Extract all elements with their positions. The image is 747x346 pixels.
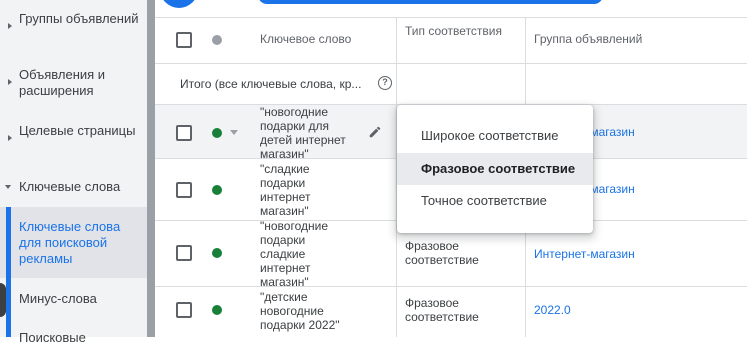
divider	[155, 63, 747, 64]
divider	[155, 17, 747, 18]
match-type-cell[interactable]: Фразовое соответствие	[405, 296, 505, 324]
status-dot-icon[interactable]	[212, 248, 222, 258]
sidebar-scrollbar[interactable]	[147, 0, 155, 337]
total-row-label: Итого (все ключевые слова, кр...	[180, 77, 362, 91]
help-icon[interactable]: ?	[378, 76, 392, 90]
row-checkbox[interactable]	[176, 125, 192, 141]
chevron-right-icon	[8, 135, 12, 141]
sidebar-item-label: Ключевые слова	[19, 179, 121, 194]
sidebar-item-search-terms[interactable]: Поисковые	[0, 330, 147, 346]
sidebar-item-label: Минус-слова	[19, 291, 97, 306]
chevron-right-icon	[8, 79, 12, 85]
sidebar-item-label: Целевые страницы	[19, 123, 136, 138]
sidebar-item-landing-pages[interactable]: Целевые страницы	[0, 123, 147, 155]
status-header-icon	[212, 35, 222, 45]
column-header-match-type[interactable]: Тип соответствия	[405, 24, 515, 39]
status-dot-icon[interactable]	[212, 185, 222, 195]
sidebar: Группы объявлений Объявления и расширени…	[0, 0, 147, 345]
sidebar-item-label: Ключевые слова для поисковой рекламы	[19, 219, 121, 266]
sidebar-item-keywords[interactable]: Ключевые слова	[0, 179, 147, 195]
ad-group-link[interactable]: 2022.0	[534, 303, 571, 317]
collapse-handle[interactable]	[0, 283, 6, 317]
ad-group-link[interactable]: Интернет-магазин	[534, 247, 635, 261]
sidebar-item-search-keywords[interactable]: Ключевые слова для поисковой рекламы	[0, 219, 147, 267]
menu-item-phrase-match[interactable]: Фразовое соответствие	[397, 153, 593, 185]
match-type-cell[interactable]: Фразовое соответствие	[405, 239, 505, 267]
column-header-ad-group[interactable]: Группа объявлений	[534, 32, 642, 47]
menu-item-broad-match[interactable]: Широкое соответствие	[397, 120, 593, 152]
match-type-dropdown: Широкое соответствие Фразовое соответств…	[397, 105, 593, 233]
select-all-checkbox[interactable]	[176, 32, 192, 48]
chevron-right-icon	[8, 23, 12, 29]
keyword-cell: "новогодние подарки для детей интернет м…	[260, 105, 346, 161]
sidebar-item-label: Объявления и расширения	[19, 67, 106, 98]
top-action-bar[interactable]	[258, 0, 603, 4]
column-header-keyword[interactable]: Ключевое слово	[260, 32, 351, 47]
sidebar-item-label: Поисковые	[19, 330, 86, 345]
chevron-down-icon[interactable]	[230, 130, 238, 135]
row-checkbox[interactable]	[176, 302, 192, 318]
add-button[interactable]	[160, 0, 198, 8]
keyword-cell: "новогодние подарки сладкие интернет маг…	[260, 219, 329, 289]
menu-item-exact-match[interactable]: Точное соответствие	[397, 185, 593, 217]
keyword-cell: "сладкие подарки интернет магазин"	[260, 162, 311, 218]
chevron-down-icon	[5, 185, 11, 189]
keyword-cell: "детские новогодние подарки 2022"	[260, 290, 340, 332]
status-dot-icon[interactable]	[212, 128, 222, 138]
sidebar-item-ads-extensions[interactable]: Объявления и расширения	[0, 67, 147, 99]
row-checkbox[interactable]	[176, 182, 192, 198]
sidebar-item-ad-groups[interactable]: Группы объявлений	[0, 11, 147, 43]
status-dot-icon[interactable]	[212, 305, 222, 315]
row-checkbox[interactable]	[176, 245, 192, 261]
sidebar-item-negative-keywords[interactable]: Минус-слова	[0, 291, 147, 307]
sidebar-item-label: Группы объявлений	[19, 11, 139, 26]
pencil-icon[interactable]	[368, 125, 382, 139]
divider	[155, 286, 747, 287]
